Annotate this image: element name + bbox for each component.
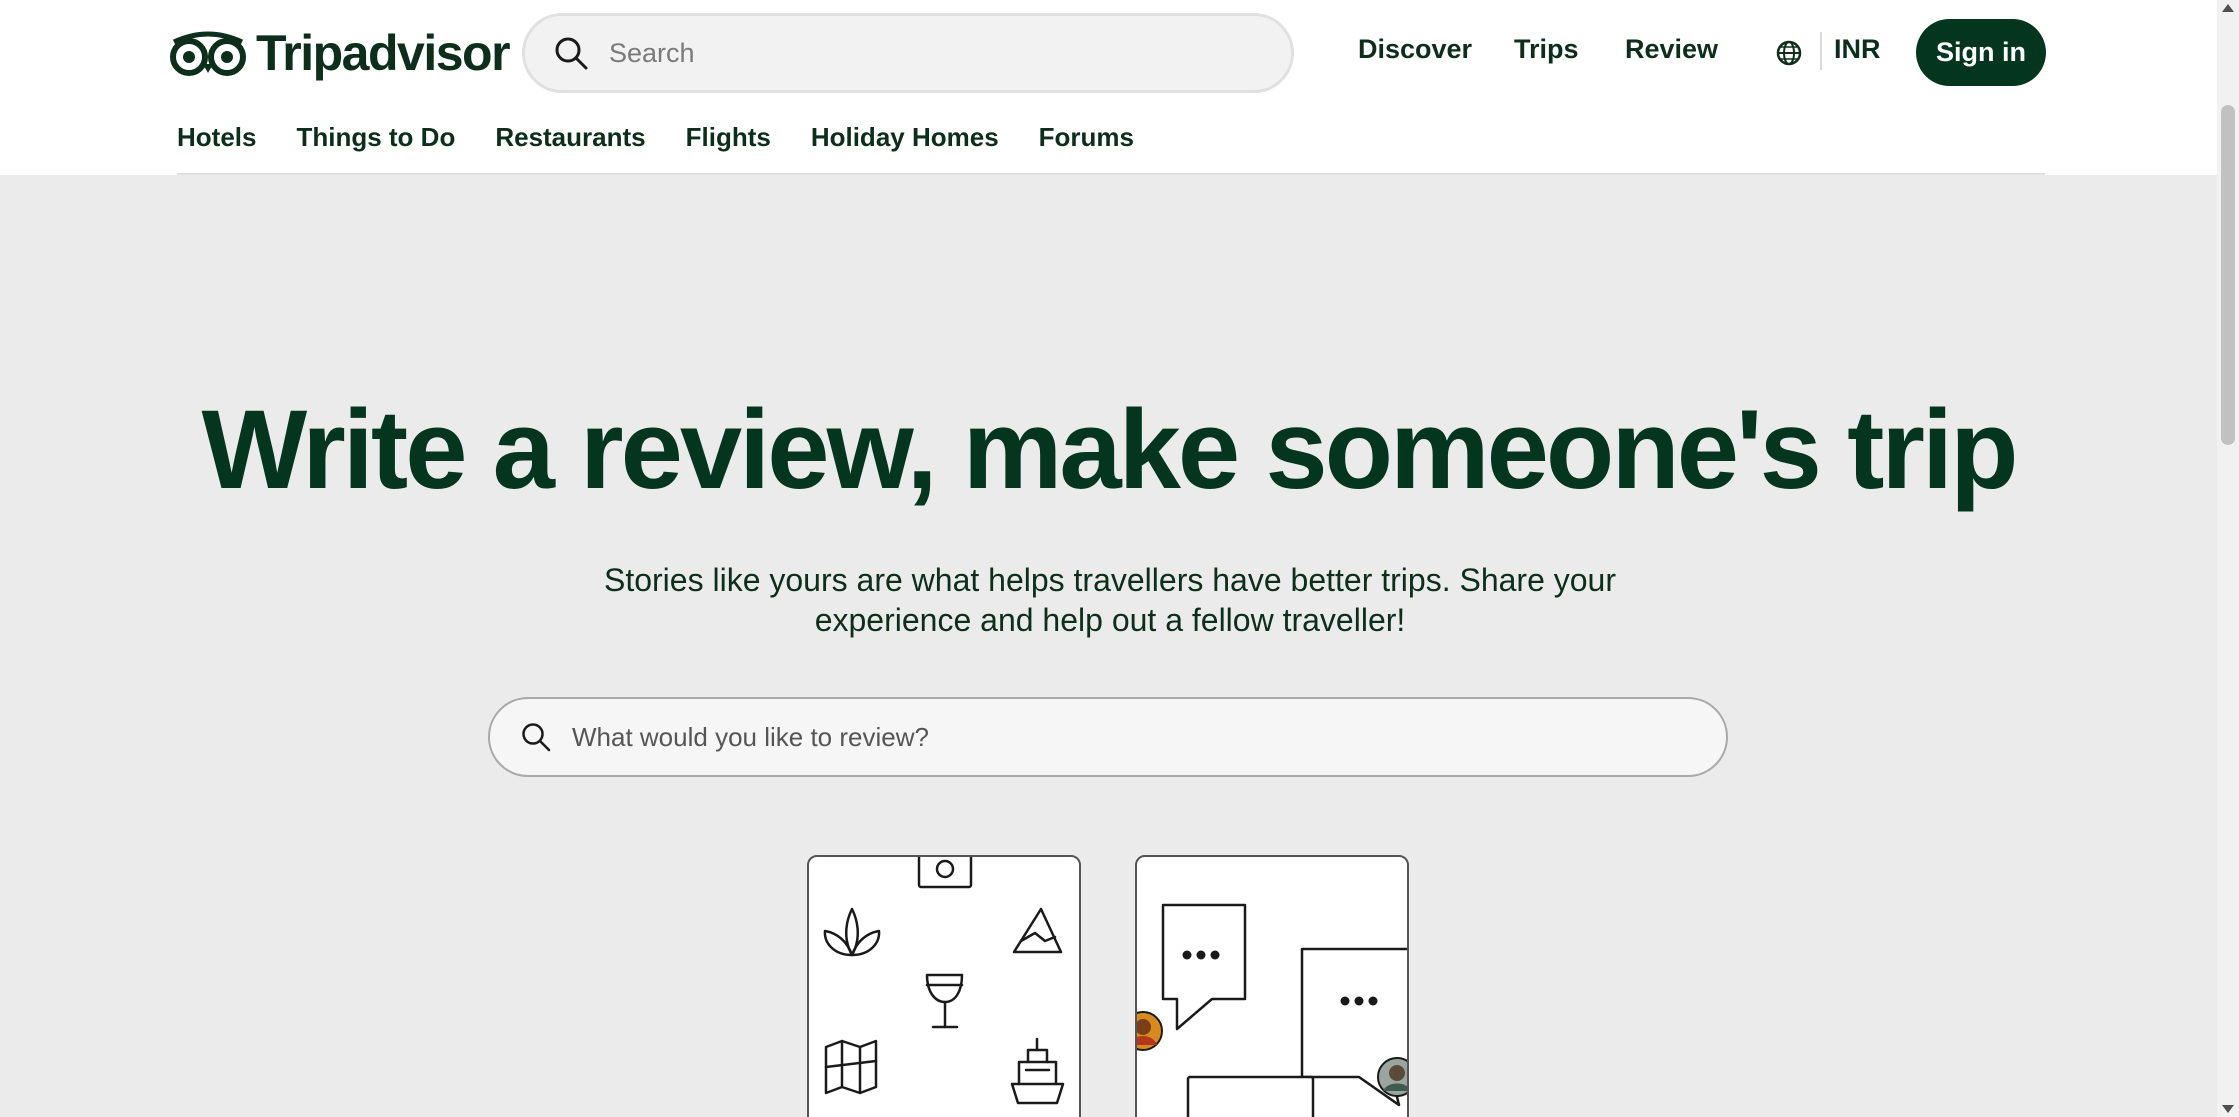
search-icon <box>522 723 551 752</box>
avatar <box>1377 1057 1407 1097</box>
avatar <box>1137 1011 1163 1051</box>
header-search-input[interactable] <box>609 37 1259 69</box>
scroll-down-arrow-icon[interactable] <box>2222 1105 2234 1113</box>
subnav-forums[interactable]: Forums <box>1039 122 1134 153</box>
search-icon <box>555 37 588 70</box>
sign-in-button[interactable]: Sign in <box>1916 19 2046 86</box>
logo-text: Tripadvisor <box>256 25 511 81</box>
hero-title: Write a review, make someone's trip <box>201 387 2019 512</box>
chat-bubbles-illustration <box>1137 903 1407 1117</box>
header-divider <box>1820 32 1822 70</box>
travel-icons-illustration <box>823 857 1065 1105</box>
subnav-restaurants[interactable]: Restaurants <box>495 122 645 153</box>
scrollbar-thumb[interactable] <box>2221 105 2235 445</box>
category-nav: Hotels Things to Do Restaurants Flights … <box>177 122 1134 153</box>
tripadvisor-logo[interactable]: Tripadvisor <box>170 25 511 81</box>
hero-subtitle: Stories like yours are what helps travel… <box>603 562 1616 638</box>
subnav-things-to-do[interactable]: Things to Do <box>296 122 455 153</box>
globe-icon[interactable] <box>1774 38 1804 68</box>
review-search-box[interactable] <box>488 697 1728 777</box>
subnav-hotels[interactable]: Hotels <box>177 122 256 153</box>
subnav-flights[interactable]: Flights <box>686 122 771 153</box>
subnav-holiday-homes[interactable]: Holiday Homes <box>811 122 999 153</box>
site-header: Tripadvisor Discover Trips Review INR Si… <box>0 0 2217 175</box>
header-divider-line <box>177 173 2045 175</box>
travel-icons-card[interactable] <box>807 855 1081 1117</box>
nav-review[interactable]: Review <box>1625 34 1718 65</box>
chat-bubbles-card[interactable] <box>1135 855 1409 1117</box>
nav-trips[interactable]: Trips <box>1514 34 1579 65</box>
page: Tripadvisor Discover Trips Review INR Si… <box>0 0 2217 1117</box>
nav-discover[interactable]: Discover <box>1358 34 1472 65</box>
vertical-scrollbar[interactable] <box>2217 0 2239 1117</box>
header-search-box[interactable] <box>522 13 1294 93</box>
scroll-up-arrow-icon[interactable] <box>2222 4 2234 12</box>
owl-eyes-icon <box>170 31 246 76</box>
review-search-input[interactable] <box>572 721 1672 753</box>
currency-selector[interactable]: INR <box>1834 34 1881 65</box>
